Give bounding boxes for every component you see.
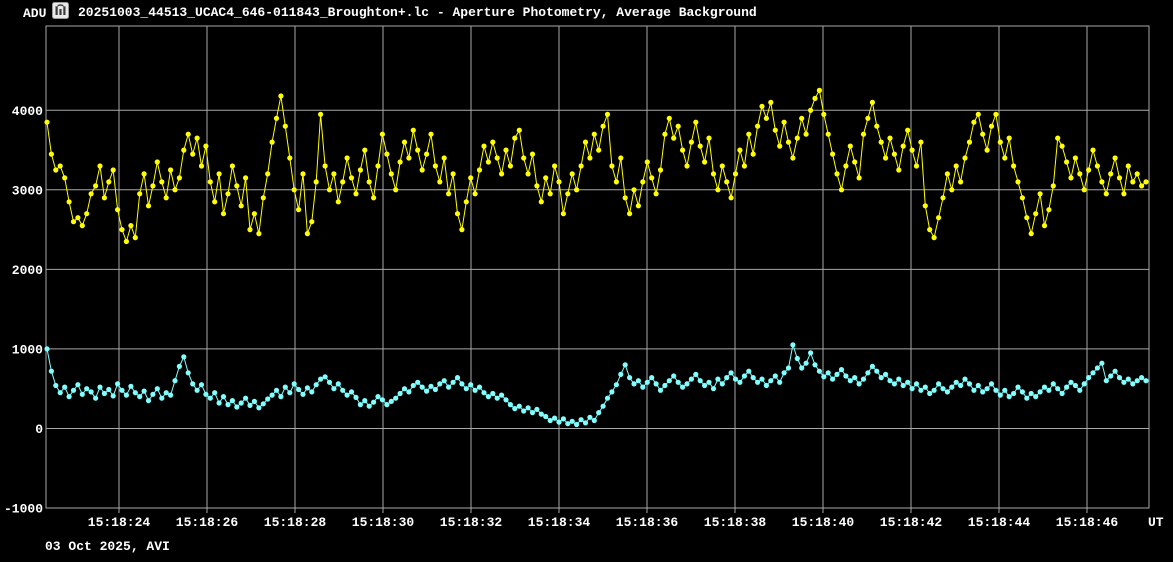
x-tick-label: 15:18:28: [264, 515, 327, 530]
footer-date-label: 03 Oct 2025, AVI: [45, 539, 170, 554]
x-tick-label: 15:18:32: [440, 515, 503, 530]
y-tick-label: 2000: [12, 263, 43, 278]
v-gridlines: 15:18:24 15:18:26 15:18:28 15:18:30 15:18:32…: [88, 26, 1119, 530]
x-tick-label: 15:18:34: [528, 515, 591, 530]
y-tick-labels: 4000 3000 2000 1000 0 -1000: [4, 104, 43, 517]
plot-border: [46, 26, 1149, 508]
x-tick-label: 15:18:42: [880, 515, 943, 530]
h-gridlines: [46, 110, 1149, 428]
x-tick-label: 15:18:30: [352, 515, 415, 530]
series-average-background: [44, 342, 1148, 427]
x-tick-label: 15:18:46: [1056, 515, 1119, 530]
x-tick-label: 15:18:44: [968, 515, 1031, 530]
x-tick-label: 15:18:40: [792, 515, 855, 530]
y-tick-label: 4000: [12, 104, 43, 119]
y-tick-label: -1000: [4, 502, 43, 517]
y-tick-label: 3000: [12, 183, 43, 198]
x-axis-unit-label: UT: [1148, 515, 1164, 530]
light-curve-chart: 15:18:24 15:18:26 15:18:28 15:18:30 15:18:32…: [0, 0, 1173, 562]
x-tick-label: 15:18:38: [704, 515, 767, 530]
series-aperture-signal: [44, 88, 1148, 244]
x-tick-label: 15:18:24: [88, 515, 151, 530]
photometry-plot-window: ADU 20251003_44513_UCAC4_646-011843_Brou…: [0, 0, 1173, 562]
x-tick-label: 15:18:26: [176, 515, 239, 530]
y-tick-label: 1000: [12, 342, 43, 357]
y-tick-label: 0: [35, 422, 43, 437]
x-tick-label: 15:18:36: [616, 515, 679, 530]
